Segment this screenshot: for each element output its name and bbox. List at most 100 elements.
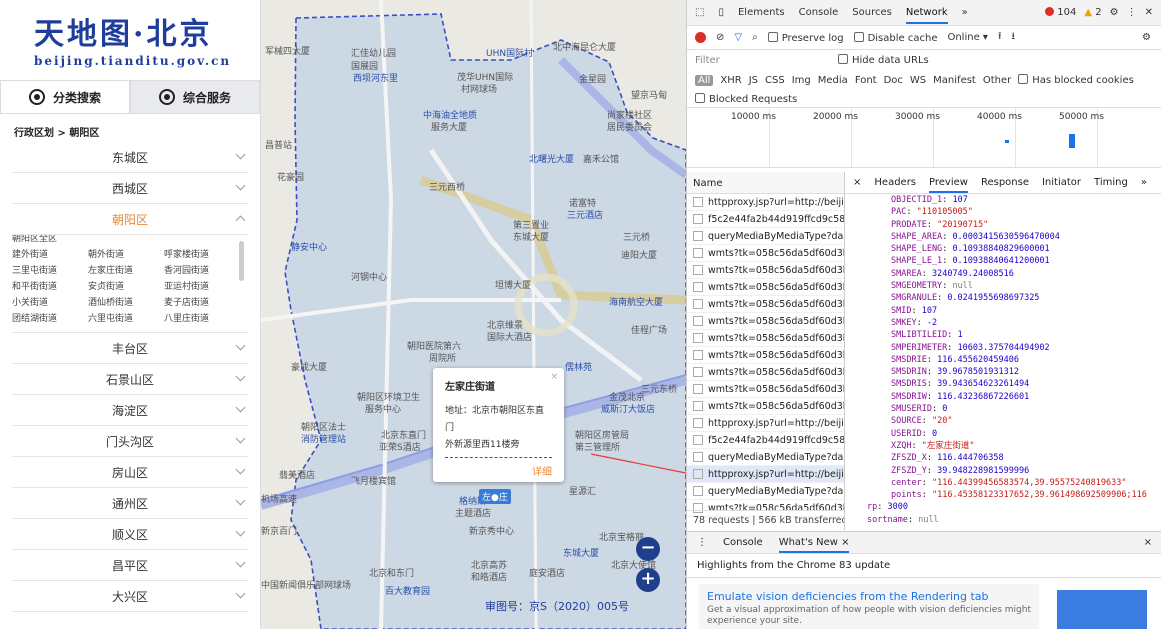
detail-tab[interactable]: Initiator [1042,177,1081,188]
export-icon[interactable]: ⭳ [1011,29,1015,46]
detail-tab[interactable]: Response [981,177,1029,188]
tab-network[interactable]: Network [905,1,948,24]
network-overview-timeline[interactable]: 10000 ms 20000 ms 30000 ms 40000 ms 5000… [687,108,1161,168]
street-item[interactable]: 呼家楼街道 [164,247,240,260]
close-icon[interactable]: × [550,372,558,382]
street-item[interactable]: 朝阳区全区 [12,235,240,244]
street-item[interactable]: 麦子店街道 [164,295,240,308]
district-item-open[interactable]: 朝阳区 [12,204,248,235]
request-row[interactable]: wmts?tk=058c56da5df60d3b... [687,262,844,279]
json-property[interactable]: SHAPE_AREA: 0.0003415630596470004 [891,231,1161,243]
tab-integrated-service[interactable]: 综合服务 [130,80,260,114]
filter-icon[interactable]: ▽ [734,32,742,43]
request-row[interactable]: httpproxy.jsp?url=http://beijin... [687,466,844,483]
tab-sources[interactable]: Sources [852,7,892,18]
scrollbar[interactable] [239,241,244,281]
json-property[interactable]: PRODATE: "20190715" [891,219,1161,231]
type-filter-xhr[interactable]: XHR [720,75,741,86]
json-property[interactable]: USERID: 0 [891,428,1161,440]
detail-tab[interactable]: Preview [929,173,968,193]
clear-icon[interactable]: ⊘ [716,32,724,43]
settings-icon[interactable]: ⚙ [1110,7,1119,18]
json-property[interactable]: rp: 3000 [867,501,1161,513]
json-property[interactable]: SMSDRIN: 39.9678501931312 [891,366,1161,378]
street-item[interactable]: 建外街道 [12,247,88,260]
json-property[interactable]: SHAPE_LE_1: 0.10938840641200001 [891,255,1161,267]
district-item[interactable]: 丰台区 [12,333,248,364]
district-item[interactable]: 大兴区 [12,581,248,612]
json-property[interactable]: center: "116.44399456583574,39.955752408… [891,477,1161,489]
street-item[interactable]: 安贞街道 [88,279,164,292]
district-item[interactable]: 海淀区 [12,395,248,426]
type-filter-manifest[interactable]: Manifest [933,75,976,86]
json-property[interactable]: XZQH: "左家庄街道" [891,440,1161,452]
blocked-requests-checkbox[interactable]: Blocked Requests [695,92,797,105]
street-item[interactable]: 小关街道 [12,295,88,308]
close-drawer-icon[interactable]: × [1144,537,1152,548]
json-property[interactable]: points: "116.45358123317652,39.961498692… [891,489,1161,501]
tab-console[interactable]: Console [799,7,839,18]
request-row[interactable]: wmts?tk=058c56da5df60d3b... [687,279,844,296]
json-property[interactable]: SMKEY: -2 [891,317,1161,329]
district-item[interactable]: 房山区 [12,457,248,488]
request-row[interactable]: wmts?tk=058c56da5df60d3b... [687,364,844,381]
detail-tab[interactable]: Timing [1094,177,1128,188]
json-property[interactable]: sortname: null [867,514,1161,526]
district-item[interactable]: 通州区 [12,488,248,519]
record-icon[interactable] [695,32,706,43]
zoom-in-button[interactable]: + [636,568,660,592]
drawer-tab-whats-new[interactable]: What's New × [778,533,850,553]
preserve-log-checkbox[interactable]: Preserve log [767,31,844,44]
tab-category-search[interactable]: 分类搜索 [0,80,130,114]
request-row[interactable]: wmts?tk=058c56da5df60d3b... [687,330,844,347]
request-row[interactable]: queryMediaByMediaType?da... [687,449,844,466]
district-item[interactable]: 门头沟区 [12,426,248,457]
json-property[interactable]: SMSDRIS: 39.943654623261494 [891,378,1161,390]
drawer-menu-icon[interactable]: ⋮ [697,537,707,548]
street-item[interactable]: 三里屯街道 [12,263,88,276]
json-property[interactable]: SMGRANULE: 0.0241955698697325 [891,292,1161,304]
street-item[interactable]: 八里庄街道 [164,311,240,324]
json-property[interactable]: OBJECTID_1: 107 [891,194,1161,206]
request-row[interactable]: queryMediaByMediaType?da... [687,228,844,245]
breadcrumb[interactable]: 行政区划 > 朝阳区 [0,114,260,142]
request-row[interactable]: wmts?tk=058c56da5df60d3b... [687,398,844,415]
district-item[interactable]: 昌平区 [12,550,248,581]
json-property[interactable]: SMGEOMETRY: null [891,280,1161,292]
device-toggle-icon[interactable]: ▯ [718,7,724,18]
type-filter-other[interactable]: Other [983,75,1011,86]
disable-cache-checkbox[interactable]: Disable cache [853,31,937,44]
street-item[interactable]: 和平街街道 [12,279,88,292]
json-property[interactable]: PAC: "110105005" [891,206,1161,218]
request-row[interactable]: wmts?tk=058c56da5df60d3b... [687,296,844,313]
request-row[interactable]: httpproxy.jsp?url=http://beijin... [687,415,844,432]
inspect-icon[interactable]: ⬚ [695,7,704,18]
street-item[interactable]: 香河园街道 [164,263,240,276]
close-devtools-icon[interactable]: ✕ [1145,7,1153,18]
import-icon[interactable]: ⭱ [998,29,1002,46]
json-property[interactable]: SOURCE: "20" [891,415,1161,427]
type-filter-font[interactable]: Font [855,75,877,86]
json-property[interactable]: SMAREA: 3240749.24008516 [891,268,1161,280]
filter-input[interactable]: Filter [695,55,830,66]
popup-details-link[interactable]: 详细 [532,463,552,478]
request-row[interactable]: wmts?tk=058c56da5df60d3b... [687,347,844,364]
tab-elements[interactable]: Elements [738,7,785,18]
json-property[interactable]: SMSDRIE: 116.455620459406 [891,354,1161,366]
type-filter-doc[interactable]: Doc [884,75,903,86]
type-filter-all[interactable]: All [695,74,714,86]
request-row[interactable]: wmts?tk=058c56da5df60d3b... [687,245,844,262]
street-item[interactable]: 酒仙桥街道 [88,295,164,308]
type-filter-ws[interactable]: WS [910,75,926,86]
street-item[interactable]: 团结湖街道 [12,311,88,324]
json-property[interactable]: ZFSZD_Y: 39.948228981599996 [891,465,1161,477]
feature-card-title[interactable]: Emulate vision deficiencies from the Ren… [707,590,1031,603]
name-column-header[interactable]: Name [687,172,844,194]
district-item[interactable]: 石景山区 [12,364,248,395]
more-tabs-icon[interactable]: » [962,7,968,18]
network-settings-icon[interactable]: ⚙ [1142,32,1151,43]
request-row[interactable]: httpproxy.jsp?url=http://beijin... [687,194,844,211]
json-property[interactable]: SMPERIMETER: 10603.375704494902 [891,342,1161,354]
close-detail-icon[interactable]: × [853,177,861,188]
district-item[interactable]: 西城区 [12,173,248,204]
